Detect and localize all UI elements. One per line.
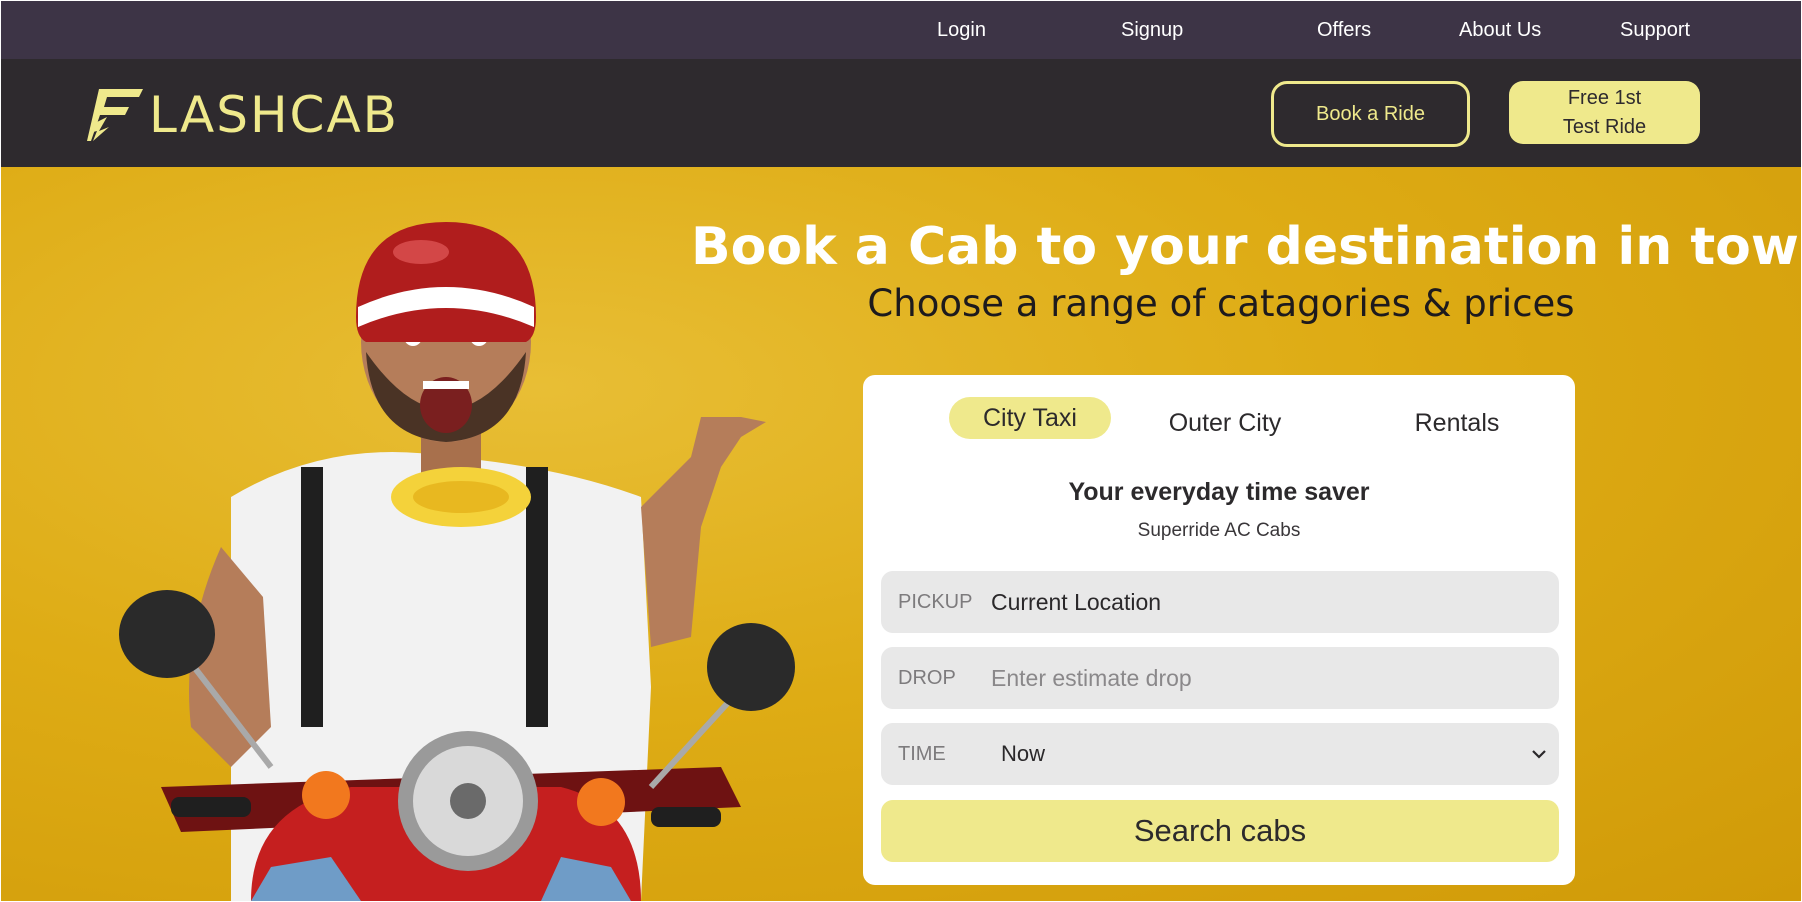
time-label: TIME <box>898 742 946 765</box>
hero-subheadline: Choose a range of catagories & prices <box>867 282 1575 325</box>
pickup-label: PICKUP <box>898 590 973 613</box>
main-navigation: LASHCAB Book a Ride Free 1st Test Ride <box>1 59 1801 167</box>
logo-text: LASHCAB <box>149 86 399 144</box>
card-title: Your everyday time saver <box>1068 478 1370 506</box>
booking-card: City Taxi Outer City Rentals Your everyd… <box>863 375 1575 885</box>
signup-link[interactable]: Signup <box>1121 19 1183 42</box>
support-link[interactable]: Support <box>1620 19 1690 42</box>
pickup-input[interactable] <box>991 571 1559 633</box>
search-cabs-button[interactable]: Search cabs <box>881 800 1559 862</box>
free-test-ride-line2: Test Ride <box>1562 115 1647 138</box>
time-value: Now <box>1001 741 1046 766</box>
about-us-link[interactable]: About Us <box>1459 19 1541 42</box>
tab-rentals[interactable]: Rentals <box>1375 402 1539 444</box>
hero-headline: Book a Cab to your destination in town <box>691 217 1801 277</box>
tab-outer-city[interactable]: Outer City <box>1143 402 1307 444</box>
time-select[interactable]: TIME Now <box>881 723 1559 785</box>
offers-link[interactable]: Offers <box>1317 19 1371 42</box>
lightning-f-icon <box>87 89 143 141</box>
drop-input[interactable] <box>991 647 1559 709</box>
free-test-ride-button[interactable]: Free 1st Test Ride <box>1509 81 1700 144</box>
drop-field: DROP <box>881 647 1559 709</box>
tab-city-taxi[interactable]: City Taxi <box>949 397 1111 439</box>
free-test-ride-line1: Free 1st <box>1567 86 1642 109</box>
book-a-ride-button[interactable]: Book a Ride <box>1271 81 1470 147</box>
brand-logo[interactable]: LASHCAB <box>85 87 415 143</box>
chevron-down-icon <box>1519 723 1559 785</box>
book-a-ride-label: Book a Ride <box>1316 102 1425 125</box>
drop-label: DROP <box>898 666 956 689</box>
card-subtitle: Superride AC Cabs <box>1137 520 1301 541</box>
free-test-ride-label: Free 1st Test Ride <box>1563 84 1646 142</box>
top-utility-bar: Login Signup Offers About Us Support <box>1 1 1801 59</box>
login-link[interactable]: Login <box>937 19 986 42</box>
pickup-field: PICKUP <box>881 571 1559 633</box>
hero-section: Book a Cab to your destination in town C… <box>1 167 1801 901</box>
